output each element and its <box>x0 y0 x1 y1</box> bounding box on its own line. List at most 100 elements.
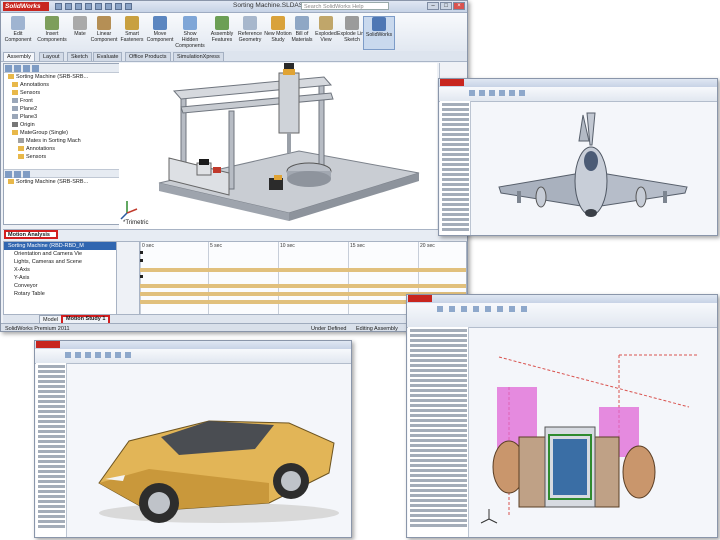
motion-tree-item[interactable]: Orientation and Camera Vie <box>4 250 116 258</box>
property-manager-icon[interactable] <box>14 65 21 72</box>
smart-fasteners-button[interactable]: Smart Fasteners <box>117 16 147 43</box>
timeline-bar[interactable] <box>140 284 466 288</box>
tree-root[interactable]: Sorting Machine (SRB-SRB... <box>4 73 119 81</box>
tab-assembly[interactable]: Assembly <box>3 52 35 61</box>
mates-icon <box>18 138 24 144</box>
options-icon[interactable] <box>125 3 132 10</box>
motion-tree-item[interactable]: X-Axis <box>4 266 116 274</box>
select-icon[interactable] <box>105 3 112 10</box>
linear-pattern-icon <box>97 16 111 30</box>
tab-simulationxpress[interactable]: SimulationXpress <box>173 52 224 61</box>
reference-geometry-button[interactable]: Reference Geometry <box>235 16 265 43</box>
window-controls: – □ × <box>427 2 465 10</box>
tab-office-products[interactable]: Office Products <box>125 52 171 61</box>
help-search-input[interactable]: Search SolidWorks Help <box>301 2 389 10</box>
insert-components-button[interactable]: Insert Components <box>37 16 67 43</box>
tree-item[interactable]: Origin <box>4 121 119 129</box>
motion-tree-root[interactable]: Sorting Machine (RBD-RBD_M <box>4 242 116 250</box>
show-hidden-icon <box>183 16 197 30</box>
origin-icon <box>12 122 18 128</box>
sensors-icon <box>18 154 24 160</box>
jet-model-window <box>438 78 718 236</box>
motion-manager-tree: Sorting Machine (RBD-RBD_M Orientation a… <box>3 241 117 315</box>
sorting-machine-model <box>120 59 420 221</box>
keyframe[interactable] <box>140 275 143 278</box>
save-icon[interactable] <box>75 3 82 10</box>
study-type-select[interactable]: Motion Analysis <box>4 230 58 239</box>
tree-item[interactable]: Mates in Sorting Mach <box>4 137 119 145</box>
timeline-tick: 10 sec <box>280 243 295 249</box>
solidworks-logo <box>440 79 464 86</box>
display-manager-icon[interactable] <box>32 65 39 72</box>
property-manager-icon[interactable] <box>14 171 21 178</box>
quick-access-toolbar <box>55 3 132 10</box>
graphics-viewport[interactable]: *Trimetric <box>119 59 437 229</box>
undo-icon[interactable] <box>95 3 102 10</box>
view-orientation-label: *Trimetric <box>123 220 149 226</box>
ribbon <box>35 349 351 364</box>
plane-icon <box>12 106 18 112</box>
feature-manager-icon[interactable] <box>5 65 12 72</box>
keyframe[interactable] <box>140 251 143 254</box>
status-product: SolidWorks Premium 2011 <box>5 326 70 332</box>
solidworks-addin-button[interactable]: SolidWorks <box>363 16 395 50</box>
close-button[interactable]: × <box>453 2 465 10</box>
open-file-icon[interactable] <box>65 3 72 10</box>
rebuild-icon[interactable] <box>115 3 122 10</box>
manifold-model-window <box>406 294 718 538</box>
keyframe[interactable] <box>140 259 143 262</box>
tree-item[interactable]: Sensors <box>4 153 119 161</box>
solidworks-main-window: SolidWorks Sorting Machine.SLDASM * Sear… <box>0 0 468 332</box>
solidworks-logo <box>36 341 60 348</box>
linear-component-button[interactable]: Linear Component <box>89 16 119 43</box>
timeline-tick: 15 sec <box>350 243 365 249</box>
configuration-manager-icon[interactable] <box>23 171 30 178</box>
tree-item[interactable]: MateGroup (Single) <box>4 129 119 137</box>
print-icon[interactable] <box>85 3 92 10</box>
edit-component-button[interactable]: Edit Component <box>3 16 33 43</box>
motion-tree-item[interactable]: Rotary Table <box>4 290 116 298</box>
tab-sketch[interactable]: Sketch <box>67 52 92 61</box>
feature-manager-icon[interactable] <box>5 171 12 178</box>
tab-layout[interactable]: Layout <box>39 52 64 61</box>
tree-root-secondary[interactable]: Sorting Machine (SRB-SRB... <box>4 178 119 186</box>
annotations-icon <box>18 146 24 152</box>
tree-toolbar-secondary <box>4 169 119 178</box>
plane-icon <box>12 98 18 104</box>
manifold-model <box>480 354 699 524</box>
move-component-button[interactable]: Move Component <box>145 16 175 43</box>
status-definition: Under Defined <box>311 326 347 332</box>
solidworks-logo[interactable]: SolidWorks <box>3 2 49 11</box>
assembly-features-icon <box>215 16 229 30</box>
feature-manager-tree <box>36 363 67 537</box>
motion-tree-item[interactable]: Y-Axis <box>4 274 116 282</box>
status-mode: Editing Assembly <box>356 326 398 332</box>
assembly-icon <box>8 179 14 185</box>
configuration-manager-icon[interactable] <box>23 65 30 72</box>
assembly-features-button[interactable]: Assembly Features <box>207 16 237 43</box>
tree-item[interactable]: Sensors <box>4 89 119 97</box>
tree-item[interactable]: Annotations <box>4 81 119 89</box>
exploded-view-icon <box>319 16 333 30</box>
feature-manager-tree <box>408 327 469 537</box>
annotations-icon <box>12 82 18 88</box>
tree-item[interactable]: Plane3 <box>4 113 119 121</box>
motion-tree-item[interactable]: Conveyor <box>4 282 116 290</box>
minimize-button[interactable]: – <box>427 2 439 10</box>
timeline-bar[interactable] <box>140 268 466 272</box>
fighter-jet-model <box>498 112 688 217</box>
explode-line-icon <box>345 16 359 30</box>
ribbon <box>439 87 717 102</box>
insert-components-icon <box>45 16 59 30</box>
tree-item[interactable]: Plane2 <box>4 105 119 113</box>
status-bar: SolidWorks Premium 2011 Under Defined Ed… <box>1 323 467 332</box>
tree-item[interactable]: Annotations <box>4 145 119 153</box>
motion-tree-item[interactable]: Lights, Cameras and Scene <box>4 258 116 266</box>
show-hidden-components-button[interactable]: Show Hidden Components <box>175 16 205 49</box>
tree-item[interactable]: Front <box>4 97 119 105</box>
new-file-icon[interactable] <box>55 3 62 10</box>
maximize-button[interactable]: □ <box>440 2 452 10</box>
feature-manager-tree <box>440 101 471 235</box>
reference-geometry-icon <box>243 16 257 30</box>
tab-evaluate[interactable]: Evaluate <box>93 52 123 61</box>
